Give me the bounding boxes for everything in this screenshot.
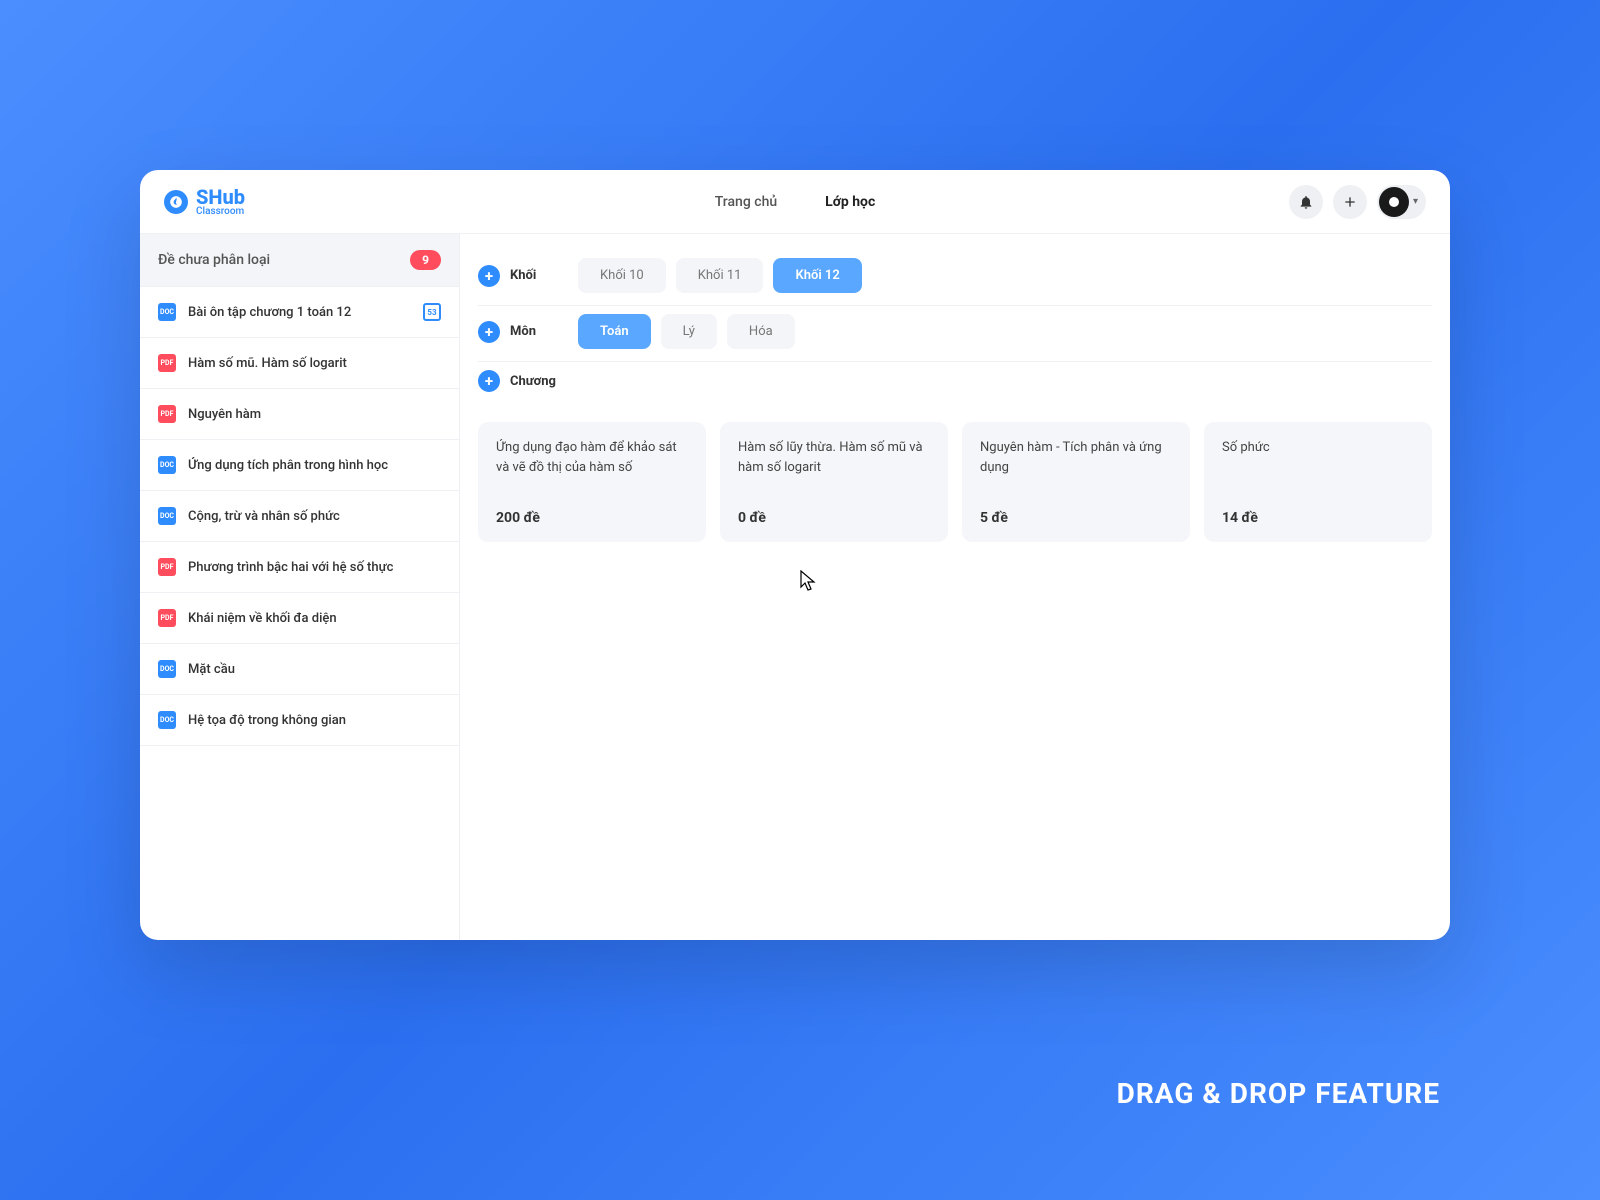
chapter-card[interactable]: Ứng dụng đạo hàm để khảo sát và vẽ đồ th… [478, 422, 706, 542]
app-body: Đề chưa phân loại 9 DOC Bài ôn tập chương… [140, 234, 1450, 940]
doc-file-icon: DOC [158, 456, 176, 474]
add-chuong-button[interactable]: + [478, 370, 500, 392]
notifications-button[interactable] [1289, 185, 1323, 219]
sidebar-item[interactable]: DOC Hệ tọa độ trong không gian [140, 695, 459, 746]
chapter-card-title: Hàm số lũy thừa. Hàm số mũ và hàm số log… [738, 438, 930, 477]
doc-file-icon: DOC [158, 660, 176, 678]
sidebar-item[interactable]: DOC Ứng dụng tích phân trong hình học [140, 440, 459, 491]
chapter-card-count: 200 đề [496, 510, 688, 526]
pdf-file-icon: PDF [158, 405, 176, 423]
sidebar-item-label: Mặt cầu [188, 662, 441, 677]
sidebar: Đề chưa phân loại 9 DOC Bài ôn tập chương… [140, 234, 460, 940]
add-mon-button[interactable]: + [478, 321, 500, 343]
sidebar-header-unclassified[interactable]: Đề chưa phân loại 9 [140, 234, 459, 287]
filter-label-mon: Môn [510, 324, 558, 339]
filter-row-khoi: + Khối Khối 10 Khối 11 Khối 12 [478, 250, 1432, 306]
chapter-card-count: 14 đề [1222, 510, 1414, 526]
sidebar-item-label: Phương trình bậc hai với hệ số thực [188, 560, 441, 575]
brand-text: SHub Classroom [196, 187, 245, 217]
chapter-card-count: 0 đề [738, 510, 930, 526]
sidebar-item-label: Cộng, trừ và nhân số phức [188, 509, 441, 524]
doc-file-icon: DOC [158, 711, 176, 729]
sidebar-item-label: Ứng dụng tích phân trong hình học [188, 458, 441, 473]
sidebar-item[interactable]: DOC Cộng, trừ và nhân số phức [140, 491, 459, 542]
sidebar-item[interactable]: DOC Mặt cầu [140, 644, 459, 695]
chapter-card-title: Nguyên hàm - Tích phân và ứng dụng [980, 438, 1172, 477]
filter-label-khoi: Khối [510, 268, 558, 283]
sidebar-item[interactable]: DOC Bài ôn tập chương 1 toán 12 53 [140, 287, 459, 338]
chapter-card-count: 5 đề [980, 510, 1172, 526]
chip-khoi-12[interactable]: Khối 12 [773, 258, 861, 293]
top-actions: ▾ [1289, 185, 1426, 219]
sidebar-item[interactable]: PDF Hàm số mũ. Hàm số logarit [140, 338, 459, 389]
sidebar-item-label: Khái niệm về khối đa diện [188, 611, 441, 626]
sidebar-item[interactable]: PDF Phương trình bậc hai với hệ số thực [140, 542, 459, 593]
sidebar-item[interactable]: PDF Nguyên hàm [140, 389, 459, 440]
chapter-card-title: Số phức [1222, 438, 1414, 458]
sidebar-item-label: Hàm số mũ. Hàm số logarit [188, 356, 441, 371]
count-badge-icon: 53 [423, 303, 441, 321]
chip-mon-toan[interactable]: Toán [578, 314, 651, 349]
doc-file-icon: DOC [158, 507, 176, 525]
filter-label-chuong: Chương [510, 374, 558, 389]
sidebar-header-badge: 9 [410, 250, 441, 270]
chapter-card-title: Ứng dụng đạo hàm để khảo sát và vẽ đồ th… [496, 438, 688, 477]
nav-classroom[interactable]: Lớp học [825, 194, 875, 210]
filter-row-chuong: + Chương [478, 362, 1432, 404]
chapter-card[interactable]: Số phức 14 đề [1204, 422, 1432, 542]
doc-file-icon: DOC [158, 303, 176, 321]
chapter-card[interactable]: Nguyên hàm - Tích phân và ứng dụng 5 đề [962, 422, 1190, 542]
sidebar-item-label: Hệ tọa độ trong không gian [188, 713, 441, 728]
sidebar-item-label: Nguyên hàm [188, 407, 441, 422]
app-frame: SHub Classroom Trang chủ Lớp học ▾ Đề ch… [140, 170, 1450, 940]
add-button[interactable] [1333, 185, 1367, 219]
brand-tagline: Classroom [196, 207, 245, 217]
pdf-file-icon: PDF [158, 609, 176, 627]
chapter-card[interactable]: Hàm số lũy thừa. Hàm số mũ và hàm số log… [720, 422, 948, 542]
topbar: SHub Classroom Trang chủ Lớp học ▾ [140, 170, 1450, 234]
brand-logo-icon [164, 190, 188, 214]
sidebar-header-label: Đề chưa phân loại [158, 252, 392, 268]
user-menu[interactable]: ▾ [1377, 185, 1426, 219]
pdf-file-icon: PDF [158, 354, 176, 372]
nav-home[interactable]: Trang chủ [715, 194, 777, 210]
chip-khoi-10[interactable]: Khối 10 [578, 258, 666, 293]
bell-icon [1298, 194, 1314, 210]
sidebar-item[interactable]: PDF Khái niệm về khối đa diện [140, 593, 459, 644]
feature-caption: DRAG & DROP FEATURE [1117, 1077, 1440, 1110]
chip-khoi-11[interactable]: Khối 11 [676, 258, 764, 293]
chip-mon-hoa[interactable]: Hóa [727, 314, 795, 349]
add-khoi-button[interactable]: + [478, 265, 500, 287]
avatar [1379, 187, 1409, 217]
filter-row-mon: + Môn Toán Lý Hóa [478, 306, 1432, 362]
pdf-file-icon: PDF [158, 558, 176, 576]
sidebar-item-label: Bài ôn tập chương 1 toán 12 [188, 305, 411, 320]
brand-logo[interactable]: SHub Classroom [164, 187, 245, 217]
main-content: + Khối Khối 10 Khối 11 Khối 12 + Môn Toá… [460, 234, 1450, 940]
plus-icon [1342, 194, 1358, 210]
top-nav: Trang chủ Lớp học [715, 194, 875, 210]
brand-name: SHub [196, 187, 245, 207]
chapter-cards: Ứng dụng đạo hàm để khảo sát và vẽ đồ th… [478, 422, 1432, 542]
chip-mon-ly[interactable]: Lý [661, 314, 717, 349]
chevron-down-icon: ▾ [1413, 196, 1418, 207]
